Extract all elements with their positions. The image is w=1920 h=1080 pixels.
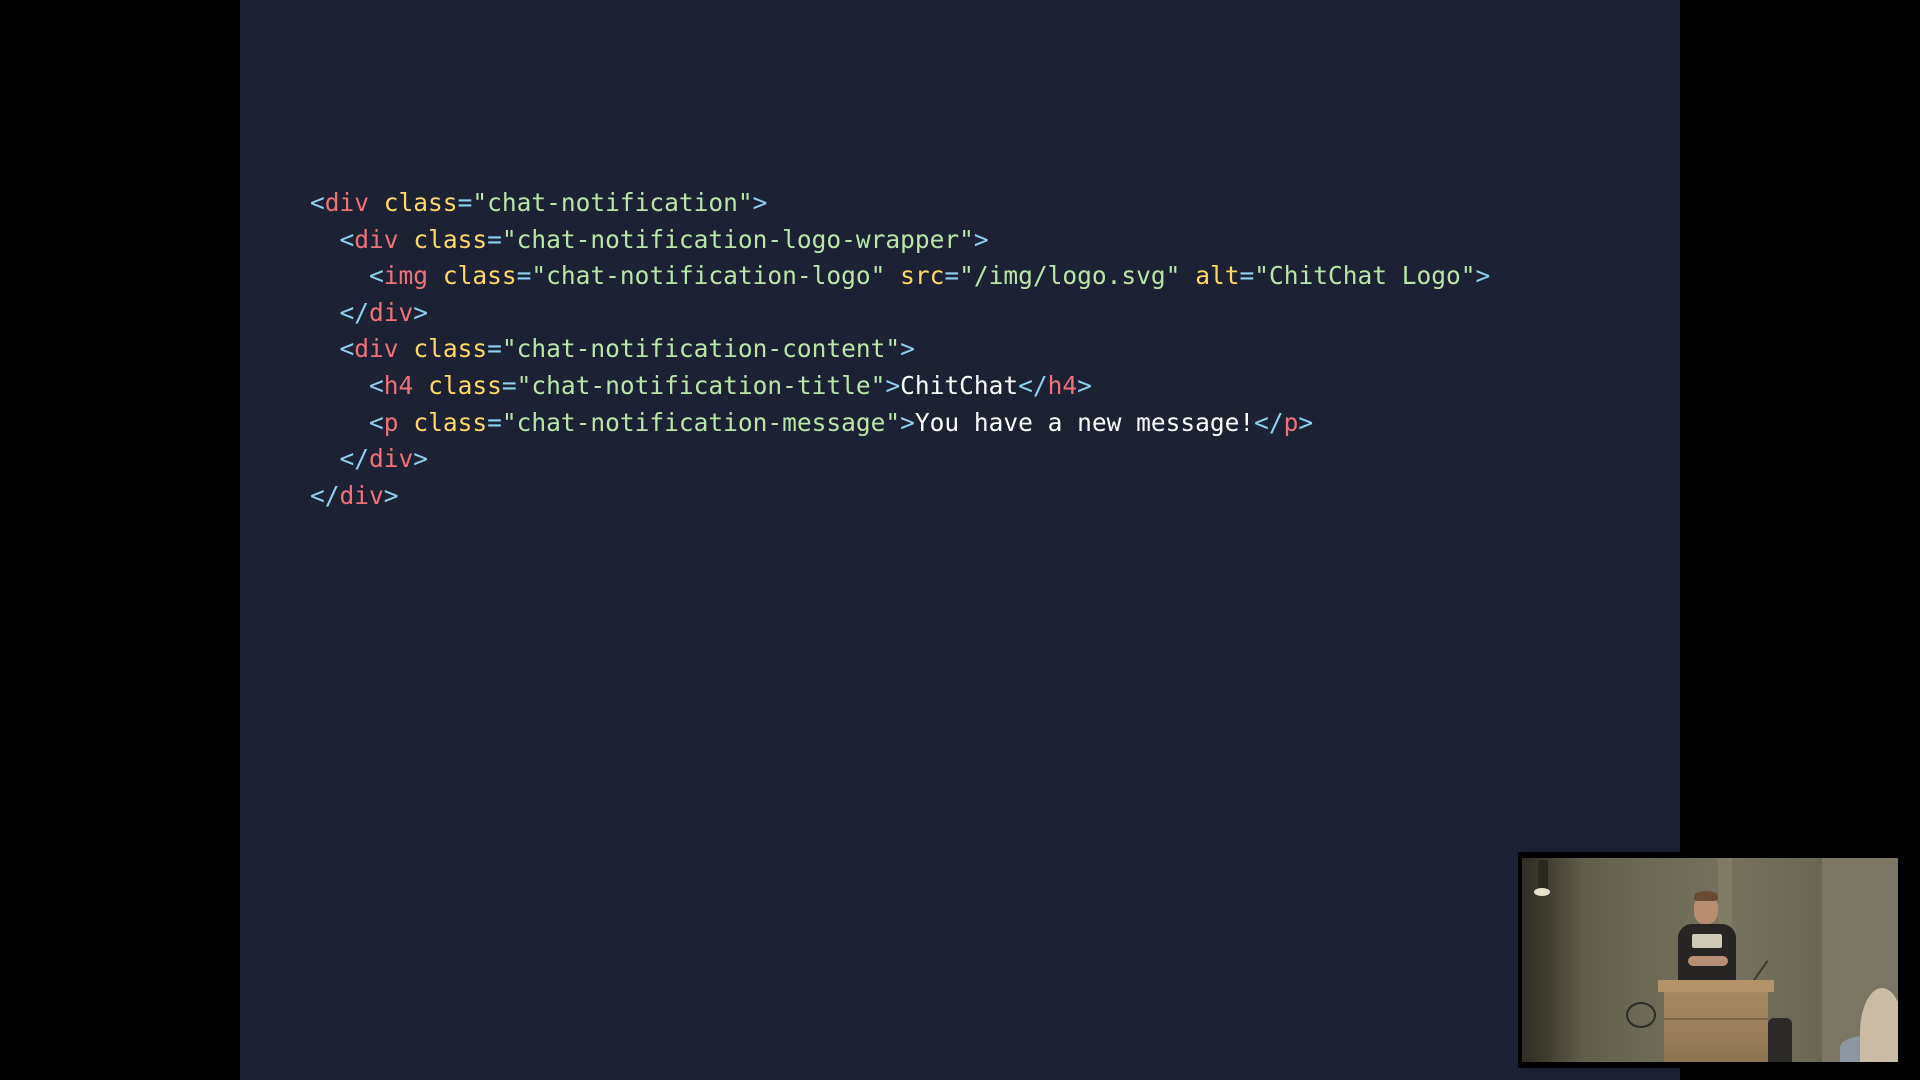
code-token-punctuation: > [1298,407,1314,437]
wall-light-glow [1534,888,1550,896]
code-line-7: <p class="chat-notification-message">You… [310,405,1490,442]
code-token-punctuation: > [900,407,915,437]
code-token-punctuation: > [1475,261,1491,291]
code-token-punctuation: < [310,188,325,217]
code-token-text-content [310,225,340,254]
code-token-text-content [310,444,340,473]
code-token-attribute-value: "/img/logo.svg" [959,261,1181,291]
code-token-attribute-value: "chat-notification-message" [501,407,901,437]
chair [1768,1018,1792,1062]
code-token-tag-name: h4 [1047,370,1078,400]
code-token-tag-name: div [354,334,399,364]
code-token-attribute-name: class [428,370,502,400]
code-token-attribute-value: "chat-notification-content" [501,334,901,364]
code-token-equals-sign: = [1239,261,1255,291]
code-token-text-content: You have a new message! [914,407,1255,437]
code-line-5: <div class="chat-notification-content"> [310,331,1490,368]
code-token-attribute-name: class [383,188,458,217]
code-token-punctuation: > [413,297,429,327]
code-token-punctuation: < [369,261,384,291]
code-token-tag-name: div [339,480,384,510]
code-token-tag-name: div [369,297,414,327]
code-token-attribute-name: alt [1195,261,1240,291]
code-token-text-content [399,334,414,363]
code-token-punctuation: </ [339,444,370,474]
code-token-text-content: ChitChat [900,370,1019,400]
code-line-3: <img class="chat-notification-logo" src=… [310,258,1490,295]
code-token-attribute-value: "chat-notification-logo" [531,261,886,291]
code-token-equals-sign: = [457,188,473,217]
code-slide [240,0,1680,1080]
code-token-text-content [399,408,414,437]
code-token-text-content [885,261,900,290]
speaker-hair [1694,891,1718,901]
code-token-tag-name: div [369,444,414,474]
podium [1664,992,1768,1062]
code-token-attribute-name: src [900,261,945,291]
speaker-video-overlay[interactable] [1518,852,1900,1068]
code-token-punctuation: < [339,224,355,254]
code-token-punctuation: > [885,370,901,400]
code-token-punctuation: </ [310,480,340,510]
code-token-text-content [310,298,340,327]
code-line-2: <div class="chat-notification-logo-wrapp… [310,222,1490,259]
code-token-equals-sign: = [944,261,960,291]
code-token-punctuation: > [383,480,399,510]
code-block: <div class="chat-notification"> <div cla… [310,185,1490,514]
code-token-tag-name: div [324,188,370,217]
code-token-punctuation: > [413,444,429,474]
presentation-stage: <div class="chat-notification"> <div cla… [0,0,1920,1080]
code-line-1: <div class="chat-notification"> [310,185,1490,222]
speaker-shirt-print [1692,934,1722,948]
code-token-text-content [399,225,414,254]
code-token-attribute-value: "chat-notification-logo-wrapper" [501,224,974,254]
code-token-equals-sign: = [487,224,502,254]
code-line-4: </div> [310,295,1490,332]
code-token-punctuation: < [339,334,355,364]
code-token-text-content [310,334,340,363]
code-token-tag-name: h4 [383,370,414,400]
speaker-video-frame [1522,858,1898,1062]
code-token-equals-sign: = [501,370,517,400]
cable-loop [1626,1002,1656,1028]
code-token-text-content [428,261,443,290]
code-token-attribute-value: "ChitChat Logo" [1254,261,1476,291]
code-token-punctuation: < [369,370,384,400]
code-line-9: </div> [310,478,1490,515]
code-token-text-content [413,371,428,400]
code-token-attribute-value: "chat-notification" [472,188,753,217]
code-token-tag-name: p [1283,407,1299,437]
code-token-attribute-name: class [413,224,488,254]
code-token-attribute-name: class [442,261,517,291]
code-token-punctuation: </ [339,297,370,327]
code-token-punctuation: </ [1018,370,1048,400]
code-token-equals-sign: = [516,261,532,291]
code-line-6: <h4 class="chat-notification-title">Chit… [310,368,1490,405]
code-token-equals-sign: = [487,334,502,364]
code-token-attribute-name: class [413,334,488,364]
code-token-text-content [1180,261,1195,290]
podium-trim [1664,1018,1768,1020]
code-token-text-content [310,261,369,290]
code-token-punctuation: > [900,334,915,364]
code-token-tag-name: img [383,261,429,291]
code-token-punctuation: > [1077,370,1092,400]
code-token-attribute-name: class [413,407,488,437]
room-shadow [1522,858,1582,1062]
code-token-text-content [310,408,369,437]
code-token-text-content [369,188,384,217]
code-token-punctuation: > [973,224,989,254]
speaker-body [1678,924,1736,984]
code-token-equals-sign: = [487,407,502,437]
code-token-tag-name: p [383,407,399,437]
code-token-punctuation: > [752,188,768,217]
code-token-attribute-value: "chat-notification-title" [516,370,886,400]
speaker-hands [1688,956,1728,966]
code-token-tag-name: div [354,224,399,254]
code-line-8: </div> [310,441,1490,478]
code-token-punctuation: < [369,407,384,437]
podium-top [1658,980,1774,992]
code-token-punctuation: </ [1254,407,1284,437]
code-token-text-content [310,371,369,400]
